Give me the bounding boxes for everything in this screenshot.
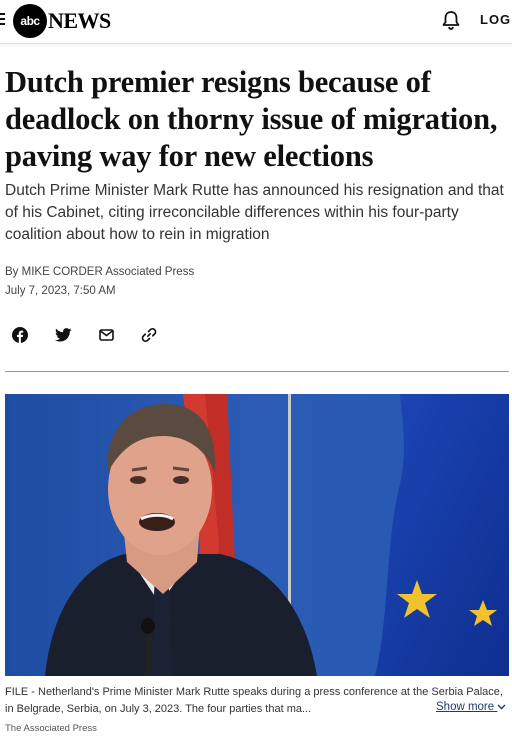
menu-icon[interactable] — [0, 13, 6, 27]
byline: By MIKE CORDER Associated Press — [5, 266, 194, 278]
show-more-link[interactable]: Show more — [436, 701, 506, 713]
facebook-icon[interactable] — [11, 326, 29, 344]
publish-date: July 7, 2023, 7:50 AM — [5, 285, 116, 297]
byline-prefix: By — [5, 266, 19, 278]
show-more-label: Show more — [436, 701, 495, 713]
site-header: abc NEWS LOG — [0, 0, 512, 44]
share-toolbar — [11, 326, 183, 344]
link-icon[interactable] — [140, 326, 158, 344]
divider — [5, 371, 509, 372]
email-icon[interactable] — [97, 326, 115, 344]
article-headline: Dutch premier resigns because of deadloc… — [5, 65, 498, 173]
logo-news: NEWS — [48, 8, 111, 33]
photo-credit: The Associated Press — [5, 723, 97, 734]
article-photo[interactable] — [5, 394, 509, 676]
notification-bell-icon[interactable] — [440, 9, 462, 31]
photo-illustration — [5, 394, 509, 676]
login-button[interactable]: LOG — [480, 12, 511, 27]
caption-text: FILE - Netherland's Prime Minister Mark … — [5, 686, 503, 715]
author-name[interactable]: MIKE CORDER — [22, 266, 103, 278]
abc-news-logo[interactable]: abc NEWS — [13, 3, 111, 39]
twitter-icon[interactable] — [54, 326, 72, 344]
byline-outlet: Associated Press — [105, 266, 195, 278]
article-summary: Dutch Prime Minister Mark Rutte has anno… — [5, 182, 504, 243]
logo-abc: abc — [13, 4, 47, 38]
chevron-down-icon — [497, 704, 506, 710]
